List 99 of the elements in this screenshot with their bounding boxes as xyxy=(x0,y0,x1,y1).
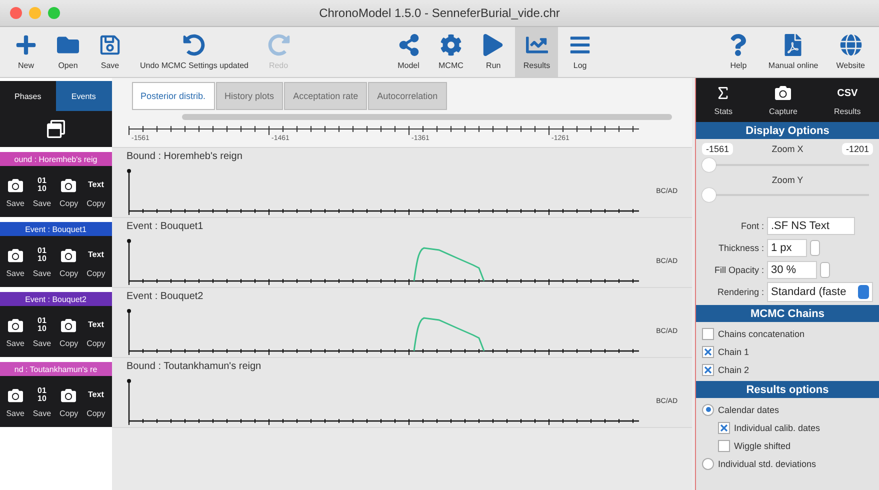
card-title[interactable]: Event : Bouquet2 xyxy=(0,292,112,306)
card-button[interactable]: Save xyxy=(4,376,26,427)
card-button[interactable]: Text Copy xyxy=(84,376,108,427)
window-title: ChronoModel 1.5.0 - SenneferBurial_vide.chr xyxy=(319,6,561,20)
card-button[interactable]: Text Copy xyxy=(84,236,108,287)
card-title[interactable]: ound : Horemheb's reig xyxy=(0,152,112,166)
plot-title: Bound : Toutankhamun's reign xyxy=(126,361,262,374)
zoom-button[interactable] xyxy=(48,7,60,19)
settings-icon xyxy=(440,34,462,56)
cross-mark-icon xyxy=(720,424,728,432)
card-button[interactable]: Save xyxy=(4,306,26,357)
checkbox-option[interactable]: Chain 2 xyxy=(702,362,873,377)
toolbar-button[interactable]: Results xyxy=(515,27,558,77)
field-label: Fill Opacity : xyxy=(713,264,764,274)
pdf-file-icon xyxy=(782,34,804,56)
stepper[interactable] xyxy=(820,262,830,278)
card-button[interactable]: Text Copy xyxy=(84,166,108,217)
toolbar-button[interactable]: MCMC xyxy=(430,27,472,77)
toolbar-button[interactable]: Save xyxy=(90,27,130,77)
card-button[interactable]: Save xyxy=(4,236,26,287)
card-button[interactable]: 01 10 Save xyxy=(30,236,54,287)
close-button[interactable] xyxy=(10,7,22,19)
minimize-button[interactable] xyxy=(29,7,41,19)
checkbox-option[interactable]: Chains concatenation xyxy=(702,326,873,341)
card-button[interactable]: Copy xyxy=(57,306,80,357)
number-field[interactable]: 30 % xyxy=(767,260,817,278)
toolbar-button[interactable]: Manual online xyxy=(760,27,826,77)
card-title[interactable]: Event : Bouquet1 xyxy=(0,222,112,236)
card-button[interactable]: 01 10 Save xyxy=(30,306,54,357)
number-field[interactable]: 1 px xyxy=(767,238,807,256)
toolbar-button[interactable]: New xyxy=(6,27,46,77)
checkbox[interactable] xyxy=(702,346,714,358)
toolbar-button[interactable]: Run xyxy=(473,27,514,77)
toolbar-button[interactable]: Log xyxy=(560,27,600,77)
card-button[interactable]: 01 10 Save xyxy=(30,376,54,427)
checkbox[interactable] xyxy=(702,364,714,376)
play-icon xyxy=(482,34,504,56)
section-header: Results options xyxy=(696,381,879,398)
card-button[interactable]: 01 10 Save xyxy=(30,166,54,217)
toolbar-button[interactable]: Model xyxy=(388,27,428,77)
field-label: Font : xyxy=(740,220,764,230)
zoom-label: Zoom Y xyxy=(770,175,804,185)
view-tab[interactable]: Autocorrelation xyxy=(368,82,447,110)
card-button[interactable]: Copy xyxy=(57,376,80,427)
stepper[interactable] xyxy=(810,240,820,256)
cross-mark-icon xyxy=(704,348,712,356)
field-label: Rendering : xyxy=(716,286,764,296)
field-label: Thickness : xyxy=(717,242,764,252)
windows-icon[interactable] xyxy=(46,120,65,138)
cross-mark-icon xyxy=(704,366,712,374)
plus-icon xyxy=(15,34,37,56)
max-field[interactable]: -1201 xyxy=(842,143,873,155)
globe-icon xyxy=(840,34,862,56)
radio-button[interactable] xyxy=(702,404,714,416)
section-header: MCMC Chains xyxy=(696,305,879,322)
toolbar-button[interactable]: Undo MCMC Settings updated xyxy=(132,27,256,77)
rendering-select[interactable]: Standard (faste xyxy=(767,282,873,302)
zoom-label: Zoom X xyxy=(772,144,804,154)
folder-icon xyxy=(57,34,79,56)
toolbar-button[interactable]: Website xyxy=(828,27,873,77)
checkbox-option[interactable]: Individual calib. dates xyxy=(702,420,873,435)
tool-button[interactable]: CSV Results xyxy=(828,78,867,122)
min-field[interactable]: -1561 xyxy=(702,143,734,155)
card-button[interactable]: Copy xyxy=(57,236,80,287)
font-field[interactable]: .SF NS Text xyxy=(767,216,855,234)
checkbox[interactable] xyxy=(702,328,714,340)
card-button[interactable]: Save xyxy=(4,166,26,217)
share-nodes-icon xyxy=(398,34,420,56)
plot-title: Event : Bouquet1 xyxy=(126,221,204,234)
card-title[interactable]: nd : Toutankhamun's re xyxy=(0,362,112,376)
checkbox-option[interactable]: Chain 1 xyxy=(702,344,873,359)
radio-button[interactable] xyxy=(702,458,714,470)
card-button[interactable]: Copy xyxy=(57,166,80,217)
radio-option[interactable]: Calendar dates xyxy=(702,402,873,417)
checkbox[interactable] xyxy=(718,422,730,434)
sidebar-tab[interactable]: Events xyxy=(56,81,112,111)
plot-title: Bound : Horemheb's reign xyxy=(126,151,244,164)
camera-icon xyxy=(775,84,792,102)
checkbox-option[interactable]: Wiggle shifted xyxy=(702,438,873,453)
toolbar-button[interactable]: Open xyxy=(48,27,88,77)
card-button[interactable]: Text Copy xyxy=(84,306,108,357)
toolbar-button[interactable]: Help xyxy=(718,27,758,77)
radio-option[interactable]: Individual std. deviations xyxy=(702,456,873,471)
slider-thumb[interactable] xyxy=(702,158,716,172)
undo-icon xyxy=(183,34,206,56)
tool-button[interactable]: Stats xyxy=(708,78,738,122)
dropdown-arrow-icon xyxy=(858,284,869,298)
section-header: Display Options xyxy=(696,122,879,139)
view-tab[interactable]: History plots xyxy=(216,82,284,110)
line-chart-icon xyxy=(526,34,548,56)
menu-icon xyxy=(569,34,592,56)
checkbox[interactable] xyxy=(718,440,730,452)
view-tab[interactable]: Posterior distrib. xyxy=(132,82,215,110)
plot-title: Event : Bouquet2 xyxy=(126,291,204,304)
scrollbar[interactable] xyxy=(182,114,672,120)
tool-button[interactable]: Capture xyxy=(763,78,804,122)
slider-thumb[interactable] xyxy=(702,188,716,202)
redo-icon xyxy=(268,34,290,56)
view-tab[interactable]: Acceptation rate xyxy=(284,82,368,110)
